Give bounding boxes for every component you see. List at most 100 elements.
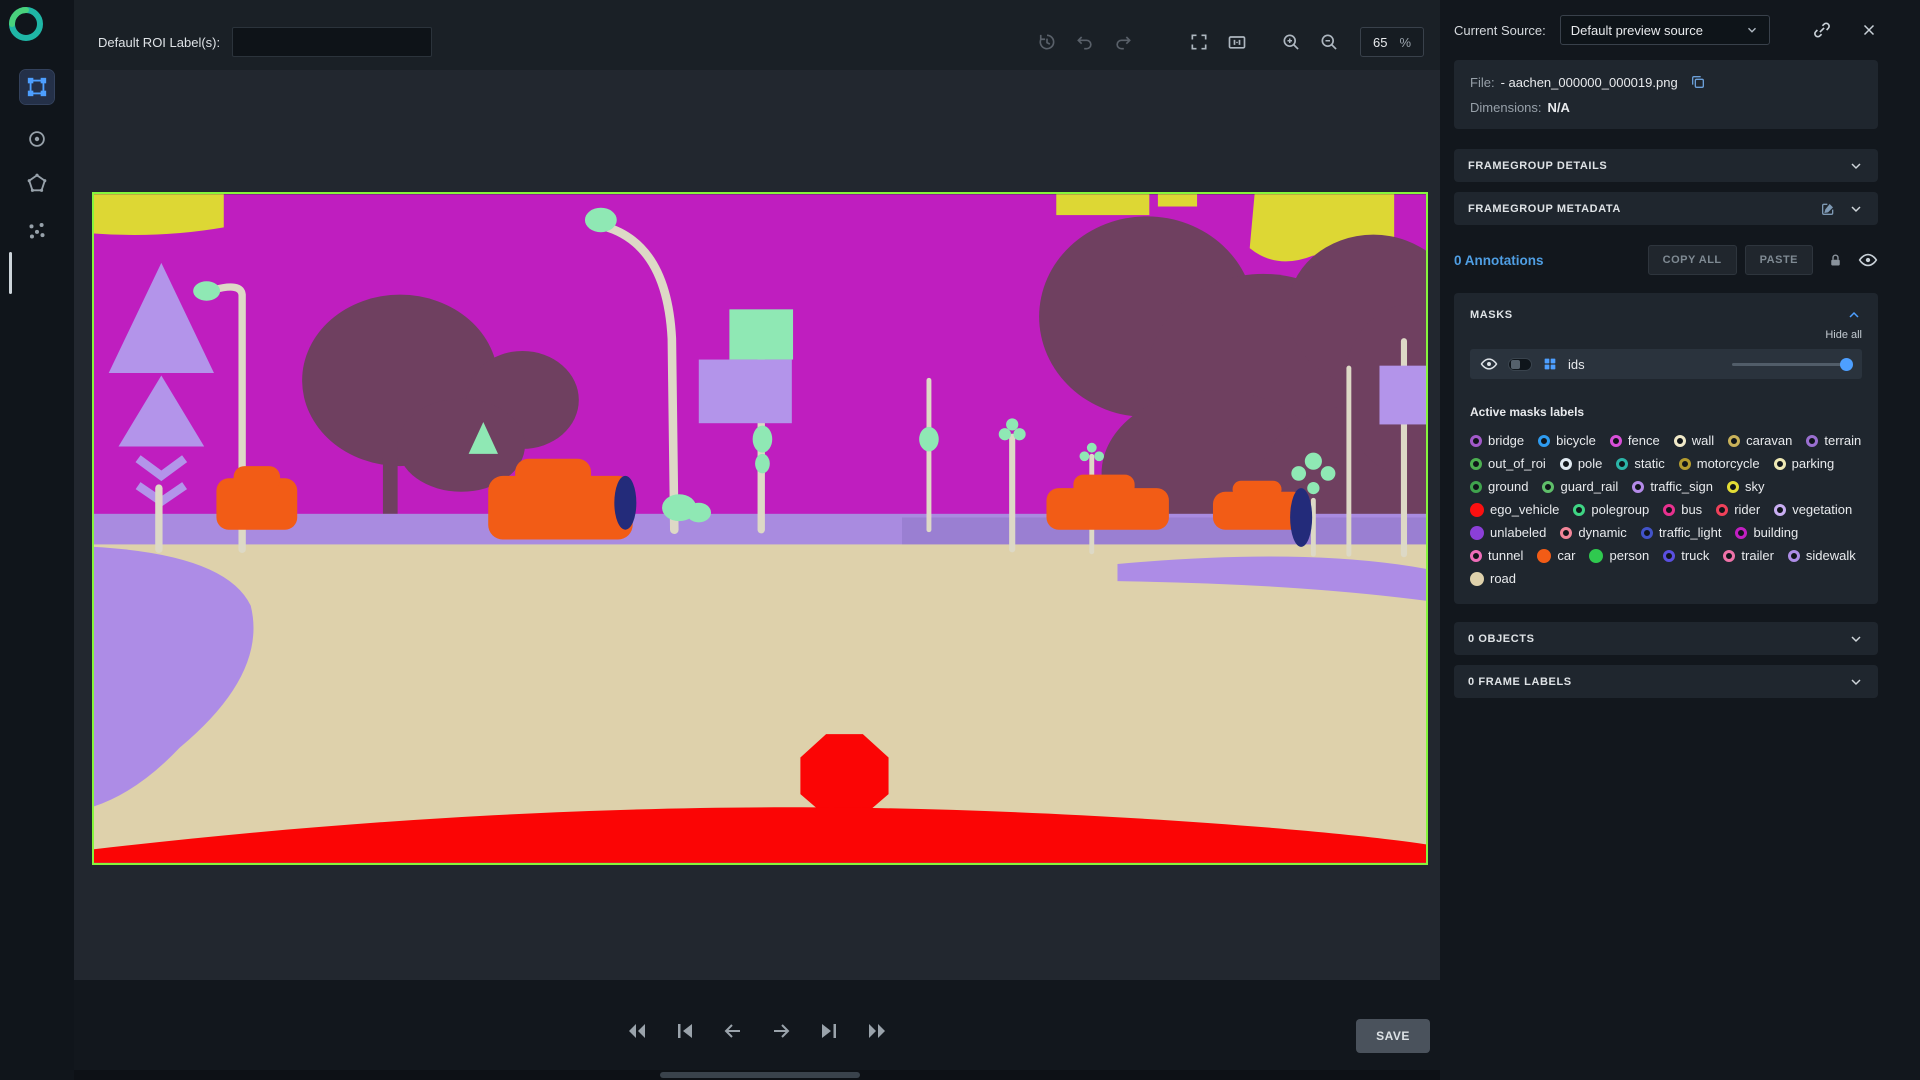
mask-label-item[interactable]: fence: [1609, 433, 1660, 448]
bbox-tool-button[interactable]: [19, 69, 55, 105]
mask-label-item[interactable]: polegroup: [1573, 502, 1649, 517]
previous-frame-button[interactable]: [672, 1018, 698, 1044]
skip-last-button[interactable]: [864, 1018, 890, 1044]
mask-label-item[interactable]: caravan: [1728, 433, 1792, 448]
rail-scroll-indicator[interactable]: [9, 252, 12, 294]
redo-button[interactable]: [1110, 29, 1136, 55]
skip-first-button[interactable]: [624, 1018, 650, 1044]
mask-label-item[interactable]: pole: [1559, 456, 1602, 471]
annotations-count[interactable]: 0 Annotations: [1454, 253, 1544, 268]
zoom-value[interactable]: 65: [1373, 35, 1387, 50]
canvas-area[interactable]: [74, 70, 1440, 980]
zoom-out-icon: [1321, 34, 1337, 50]
file-label: File:: [1470, 74, 1495, 90]
mask-label-item[interactable]: traffic_sign: [1632, 479, 1713, 494]
undo-button[interactable]: [1072, 29, 1098, 55]
mask-label-item[interactable]: car: [1537, 548, 1575, 563]
mask-label-item[interactable]: truck: [1663, 548, 1709, 563]
mask-color-dot: [1728, 434, 1741, 447]
mask-label-item[interactable]: ground: [1470, 479, 1528, 494]
bbox-tool-icon: [27, 77, 47, 97]
chevron-down-icon: [1848, 201, 1864, 217]
mask-label-text: car: [1557, 548, 1576, 563]
framegroup-details-bar[interactable]: FRAMEGROUP DETAILS: [1454, 149, 1878, 182]
step-forward-button[interactable]: [768, 1018, 794, 1044]
roi-input[interactable]: [232, 27, 433, 57]
zoom-out-button[interactable]: [1316, 29, 1342, 55]
mask-label-item[interactable]: person: [1589, 548, 1649, 563]
mask-label-item[interactable]: sidewalk: [1787, 548, 1856, 563]
mask-color-dot: [1470, 502, 1484, 517]
app-logo-icon: [9, 7, 43, 41]
mask-label-item[interactable]: road: [1470, 571, 1516, 586]
copy-all-button[interactable]: COPY ALL: [1647, 245, 1737, 275]
mask-label-item[interactable]: out_of_roi: [1470, 456, 1546, 471]
chevron-down-icon: [1745, 23, 1759, 37]
mask-label-item[interactable]: parking: [1773, 456, 1834, 471]
source-dropdown[interactable]: Default preview source: [1559, 15, 1770, 45]
fit-screen-button[interactable]: [1186, 29, 1212, 55]
mask-label-item[interactable]: bus: [1663, 502, 1702, 517]
zoom-in-button[interactable]: [1278, 29, 1304, 55]
ids-grid-icon[interactable]: [1542, 356, 1558, 372]
next-frame-button[interactable]: [816, 1018, 842, 1044]
lock-icon[interactable]: [1827, 252, 1844, 269]
mask-label-item[interactable]: wall: [1673, 433, 1714, 448]
mask-label-item[interactable]: bridge: [1470, 433, 1524, 448]
paste-button[interactable]: PASTE: [1744, 245, 1813, 275]
mask-label-text: fence: [1627, 433, 1660, 448]
mask-label-item[interactable]: sky: [1726, 479, 1764, 494]
scrollbar-thumb[interactable]: [660, 1072, 860, 1078]
mask-label-item[interactable]: guard_rail: [1542, 479, 1618, 494]
frame-labels-bar[interactable]: 0 FRAME LABELS: [1454, 665, 1878, 698]
mask-label-text: building: [1753, 525, 1799, 540]
copy-filename-icon[interactable]: [1690, 74, 1706, 90]
actual-size-icon: [1228, 36, 1246, 49]
mask-label-item[interactable]: trailer: [1723, 548, 1774, 563]
zoom-level-box[interactable]: 65 %: [1359, 27, 1424, 57]
mask-label-item[interactable]: traffic_light: [1640, 525, 1721, 540]
step-back-button[interactable]: [720, 1018, 746, 1044]
polygon-tool-button[interactable]: [20, 166, 54, 200]
mask-label-item[interactable]: dynamic: [1560, 525, 1627, 540]
annotation-app: Default ROI Label(s): 65 % SAVE Current …: [0, 0, 1920, 1080]
ids-mask-row[interactable]: ids: [1470, 349, 1862, 379]
framegroup-details-label: FRAMEGROUP DETAILS: [1468, 159, 1608, 172]
mask-label-text: rider: [1734, 502, 1761, 517]
mask-label-item[interactable]: motorcycle: [1678, 456, 1760, 471]
mask-label-item[interactable]: terrain: [1806, 433, 1861, 448]
mask-color-dot: [1806, 434, 1819, 447]
hide-all-link[interactable]: Hide all: [1470, 329, 1862, 341]
mask-toggle[interactable]: [1508, 357, 1532, 371]
inspect-tool-button[interactable]: [20, 122, 54, 156]
mask-color-dot: [1470, 549, 1482, 562]
opacity-slider[interactable]: [1732, 357, 1853, 371]
slider-thumb[interactable]: [1840, 357, 1853, 371]
framegroup-metadata-bar[interactable]: FRAMEGROUP METADATA: [1454, 192, 1878, 225]
mask-label-text: unlabeled: [1490, 525, 1547, 540]
chevron-up-icon[interactable]: [1846, 307, 1862, 323]
visibility-icon[interactable]: [1858, 250, 1878, 270]
masks-panel: MASKS Hide all ids Active masks labels b…: [1454, 293, 1878, 604]
mask-label-item[interactable]: vegetation: [1774, 502, 1852, 517]
segmentation-image[interactable]: [92, 192, 1428, 865]
mask-color-dot: [1723, 549, 1736, 562]
save-button[interactable]: SAVE: [1356, 1019, 1430, 1053]
mask-label-item[interactable]: static: [1616, 456, 1665, 471]
mask-label-item[interactable]: rider: [1716, 502, 1760, 517]
close-icon[interactable]: [1860, 21, 1878, 39]
history-button[interactable]: [1034, 29, 1060, 55]
top-toolbar: Default ROI Label(s): 65 %: [74, 0, 1440, 70]
horizontal-scrollbar[interactable]: [74, 1070, 1440, 1080]
eye-icon[interactable]: [1480, 355, 1498, 373]
edit-icon[interactable]: [1820, 201, 1836, 217]
mask-label-item[interactable]: tunnel: [1470, 548, 1523, 563]
objects-bar[interactable]: 0 OBJECTS: [1454, 622, 1878, 655]
keypoints-tool-button[interactable]: [20, 214, 54, 248]
mask-label-item[interactable]: unlabeled: [1470, 525, 1546, 540]
mask-label-item[interactable]: ego_vehicle: [1470, 502, 1559, 517]
mask-label-item[interactable]: building: [1735, 525, 1798, 540]
link-icon[interactable]: [1812, 20, 1832, 40]
mask-label-item[interactable]: bicycle: [1538, 433, 1596, 448]
actual-size-button[interactable]: [1224, 29, 1250, 55]
